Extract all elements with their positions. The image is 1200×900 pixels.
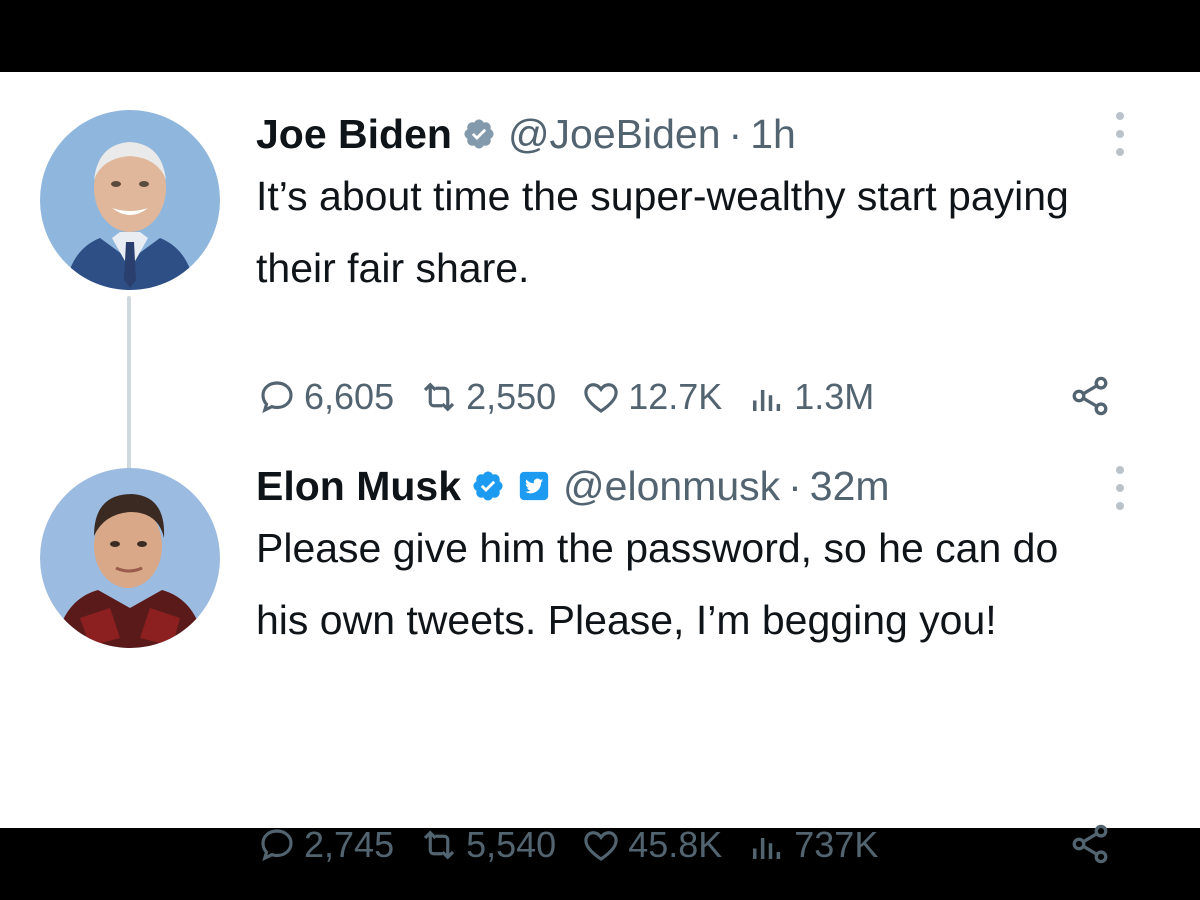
twitter-affiliate-icon[interactable] xyxy=(517,469,551,503)
user-handle[interactable]: @JoeBiden xyxy=(508,108,721,160)
avatar-elon-musk[interactable] xyxy=(40,468,220,648)
views-chart-icon xyxy=(753,838,781,859)
avatar-joe-biden[interactable] xyxy=(40,110,220,290)
more-options-icon[interactable] xyxy=(1116,466,1126,510)
retweet-icon xyxy=(423,830,455,860)
more-options-icon[interactable] xyxy=(1116,112,1126,156)
tweet-header: Joe Biden @JoeBiden · 1h xyxy=(256,108,1156,160)
like-button[interactable]: 45.8K xyxy=(580,824,722,866)
separator-dot: · xyxy=(728,111,743,157)
views-chart-icon xyxy=(753,390,781,411)
tweet-actions: 2,745 5,540 45.8K 737K xyxy=(256,824,902,866)
views-button[interactable]: 737K xyxy=(746,824,878,866)
tweet-header: Elon Musk @elonmusk · 32m xyxy=(256,460,1156,512)
user-handle[interactable]: @elonmusk xyxy=(563,460,780,512)
like-count: 45.8K xyxy=(628,824,723,865)
reply-count: 2,745 xyxy=(304,824,395,865)
reply-icon xyxy=(261,829,293,862)
separator-dot: · xyxy=(788,463,802,509)
reply-button[interactable]: 2,745 xyxy=(256,824,394,866)
tweet-thread: Joe Biden @JoeBiden · 1h It’s about time… xyxy=(0,72,1200,865)
verified-blue-icon[interactable] xyxy=(471,469,505,503)
timestamp[interactable]: 32m xyxy=(810,460,890,512)
retweet-count: 2,550 xyxy=(466,376,557,417)
reply-count: 6,605 xyxy=(304,376,395,417)
tweet-musk[interactable]: Elon Musk @elonmusk · 32m Please give hi… xyxy=(256,460,1156,865)
display-name[interactable]: Elon Musk xyxy=(256,460,461,512)
reply-icon xyxy=(261,381,293,414)
tweet-text: Please give him the password, so he can … xyxy=(256,525,1059,643)
retweet-button[interactable]: 2,550 xyxy=(418,376,556,418)
display-name[interactable]: Joe Biden xyxy=(256,108,452,160)
verified-gray-icon[interactable] xyxy=(462,117,496,151)
retweet-icon xyxy=(423,382,455,412)
like-count: 12.7K xyxy=(628,376,723,417)
view-count: 1.3M xyxy=(794,376,875,417)
timestamp[interactable]: 1h xyxy=(750,108,796,160)
views-button[interactable]: 1.3M xyxy=(746,376,874,418)
heart-icon xyxy=(584,831,618,861)
retweet-count: 5,540 xyxy=(466,824,557,865)
reply-button[interactable]: 6,605 xyxy=(256,376,394,418)
share-icon[interactable] xyxy=(1068,822,1112,871)
retweet-button[interactable]: 5,540 xyxy=(418,824,556,866)
share-icon[interactable] xyxy=(1068,374,1112,423)
view-count: 737K xyxy=(794,824,879,865)
tweet-biden[interactable]: Joe Biden @JoeBiden · 1h It’s about time… xyxy=(256,108,1156,417)
like-button[interactable]: 12.7K xyxy=(580,376,722,418)
tweet-actions: 6,605 2,550 12.7K 1.3M xyxy=(256,376,898,418)
tweet-text: It’s about time the super-wealthy start … xyxy=(256,173,1069,291)
heart-icon xyxy=(584,383,618,413)
